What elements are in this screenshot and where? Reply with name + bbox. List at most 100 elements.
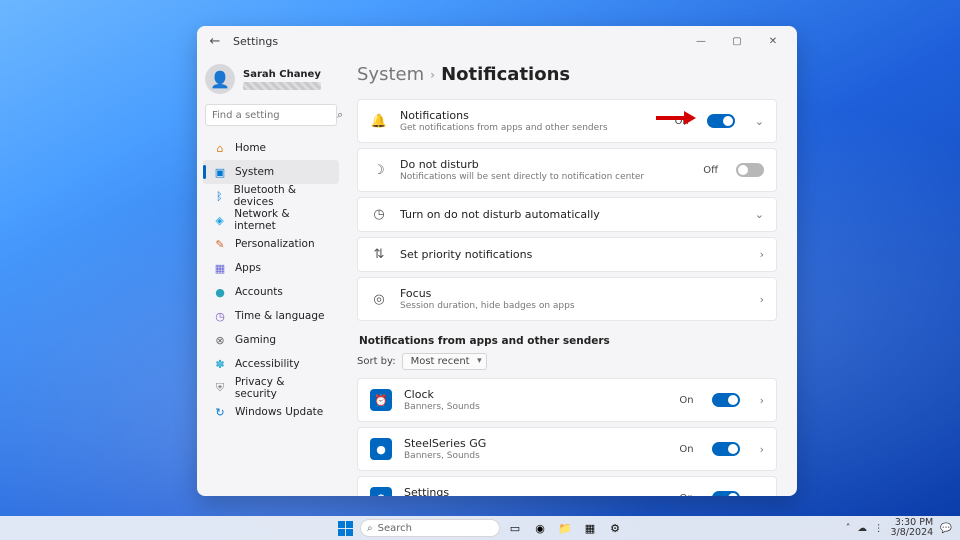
profile-block[interactable]: 👤 Sarah Chaney xyxy=(197,60,345,104)
breadcrumb-parent[interactable]: System xyxy=(357,64,424,85)
nav-label: Windows Update xyxy=(235,406,323,418)
avatar: 👤 xyxy=(205,64,235,94)
close-button[interactable]: ✕ xyxy=(755,29,791,53)
settings-icon[interactable]: ⚙ xyxy=(605,518,625,538)
tray-chevron-icon[interactable]: ˄ xyxy=(846,523,851,534)
app-row[interactable]: ●SteelSeries GGBanners, SoundsOn› xyxy=(357,427,777,471)
row-title: Set priority notifications xyxy=(400,248,532,261)
chevron-right-icon[interactable]: › xyxy=(760,492,764,497)
sidebar-item-windows-update[interactable]: ↻ Windows Update xyxy=(203,400,339,424)
app-row[interactable]: ⏰ClockBanners, SoundsOn› xyxy=(357,378,777,422)
app-toggle[interactable] xyxy=(712,442,740,456)
chrome-icon[interactable]: ◉ xyxy=(530,518,550,538)
nav-label: Privacy & security xyxy=(235,376,329,400)
app-icon: ⚙ xyxy=(370,487,392,496)
toggle-state: On xyxy=(679,493,693,497)
bell-icon: 🔔 xyxy=(370,114,388,129)
sidebar-item-system[interactable]: ▣System xyxy=(203,160,339,184)
titlebar: ← Settings — ▢ ✕ xyxy=(197,26,797,56)
nav-label: Personalization xyxy=(235,238,315,250)
row-focus[interactable]: ◎ Focus Session duration, hide badges on… xyxy=(357,277,777,321)
nav-icon: ᛒ xyxy=(213,190,226,203)
row-notifications[interactable]: 🔔 Notifications Get notifications from a… xyxy=(357,99,777,143)
settings-window: ← Settings — ▢ ✕ 👤 Sarah Chaney ⌕ ⌂Home▣… xyxy=(197,26,797,496)
clock[interactable]: 3:30 PM 3/8/2024 xyxy=(890,518,933,538)
nav-icon: ◈ xyxy=(213,214,226,227)
sort-select[interactable]: Most recent xyxy=(402,353,487,370)
chevron-right-icon[interactable]: › xyxy=(760,443,764,456)
chevron-down-icon[interactable]: ⌄ xyxy=(755,115,764,128)
search-icon: ⌕ xyxy=(337,108,343,122)
back-button[interactable]: ← xyxy=(203,34,227,49)
app-toggle[interactable] xyxy=(712,393,740,407)
breadcrumb: System › Notifications xyxy=(357,64,777,85)
moon-icon: ☽ xyxy=(370,163,388,178)
row-priority[interactable]: ⇅ Set priority notifications › xyxy=(357,237,777,272)
wifi-icon[interactable]: ⋮ xyxy=(874,523,884,534)
notifications-icon[interactable]: 💬 xyxy=(940,523,952,534)
task-view-icon[interactable]: ▭ xyxy=(505,518,525,538)
nav-label: System xyxy=(235,166,274,178)
dnd-toggle[interactable] xyxy=(736,163,764,177)
toggle-state: On xyxy=(679,395,693,406)
app-icon: ⏰ xyxy=(370,389,392,411)
nav-icon: ↻ xyxy=(213,406,227,419)
nav-label: Gaming xyxy=(235,334,276,346)
sidebar-item-apps[interactable]: ▦Apps xyxy=(203,256,339,280)
explorer-icon[interactable]: 📁 xyxy=(555,518,575,538)
main-content: System › Notifications 🔔 Notifications G… xyxy=(345,56,797,496)
sidebar-item-accessibility[interactable]: ✽ Accessibility xyxy=(203,352,339,376)
nav-icon: ⊗ xyxy=(213,334,227,347)
sidebar-item-network-internet[interactable]: ◈Network & internet xyxy=(203,208,339,232)
taskbar-search[interactable]: ⌕Search xyxy=(360,519,500,537)
sidebar-item-home[interactable]: ⌂Home xyxy=(203,136,339,160)
section-heading: Notifications from apps and other sender… xyxy=(359,335,777,347)
row-dnd[interactable]: ☽ Do not disturb Notifications will be s… xyxy=(357,148,777,192)
focus-icon: ◎ xyxy=(370,292,388,307)
search-input[interactable] xyxy=(212,110,337,121)
nav-label: Home xyxy=(235,142,266,154)
nav-icon: ✽ xyxy=(213,358,227,371)
profile-name: Sarah Chaney xyxy=(243,69,321,80)
minimize-button[interactable]: — xyxy=(683,29,719,53)
chevron-right-icon[interactable]: › xyxy=(760,248,764,261)
sidebar-item-personalization[interactable]: ✎ Personalization xyxy=(203,232,339,256)
sort-label: Sort by: xyxy=(357,356,396,367)
row-title: Turn on do not disturb automatically xyxy=(400,208,600,221)
nav-icon: ⛨ xyxy=(213,381,227,395)
maximize-button[interactable]: ▢ xyxy=(719,29,755,53)
chevron-right-icon[interactable]: › xyxy=(760,394,764,407)
sidebar: 👤 Sarah Chaney ⌕ ⌂Home▣SystemᛒBluetooth … xyxy=(197,56,345,496)
sidebar-item-accounts[interactable]: ● Accounts xyxy=(203,280,339,304)
sidebar-item-gaming[interactable]: ⊗ Gaming xyxy=(203,328,339,352)
row-title: Focus xyxy=(400,287,575,300)
notifications-toggle[interactable] xyxy=(707,114,735,128)
taskbar: ⌕Search ▭ ◉ 📁 ▦ ⚙ ˄ ☁ ⋮ 3:30 PM 3/8/2024… xyxy=(0,516,960,540)
toggle-state: On xyxy=(675,116,689,127)
onedrive-icon[interactable]: ☁ xyxy=(857,523,867,534)
chevron-right-icon[interactable]: › xyxy=(760,293,764,306)
app-row[interactable]: ⚙SettingsBanners, SoundsOn› xyxy=(357,476,777,496)
app-icon[interactable]: ▦ xyxy=(580,518,600,538)
nav-icon: ● xyxy=(213,286,227,299)
chevron-down-icon[interactable]: ⌄ xyxy=(755,208,764,221)
sidebar-item-time-language[interactable]: ◷Time & language xyxy=(203,304,339,328)
system-tray[interactable]: ˄ ☁ ⋮ 3:30 PM 3/8/2024 💬 xyxy=(846,518,960,538)
chevron-right-icon: › xyxy=(430,68,435,82)
nav-label: Accessibility xyxy=(235,358,300,370)
sidebar-item-privacy-security[interactable]: ⛨ Privacy & security xyxy=(203,376,339,400)
row-desc: Get notifications from apps and other se… xyxy=(400,123,608,133)
sort-row: Sort by: Most recent xyxy=(357,353,777,370)
nav-icon: ✎ xyxy=(213,238,227,251)
search-field[interactable]: ⌕ xyxy=(205,104,337,126)
nav-label: Accounts xyxy=(235,286,283,298)
nav-label: Time & language xyxy=(235,310,324,322)
row-title: Notifications xyxy=(400,109,608,122)
app-name: SteelSeries GG xyxy=(404,437,486,450)
nav-label: Apps xyxy=(235,262,261,274)
app-name: Settings xyxy=(404,486,480,496)
row-dnd-auto[interactable]: ◷ Turn on do not disturb automatically ⌄ xyxy=(357,197,777,232)
start-button[interactable] xyxy=(335,518,355,538)
app-toggle[interactable] xyxy=(712,491,740,496)
sidebar-item-bluetooth-devices[interactable]: ᛒBluetooth & devices xyxy=(203,184,339,208)
